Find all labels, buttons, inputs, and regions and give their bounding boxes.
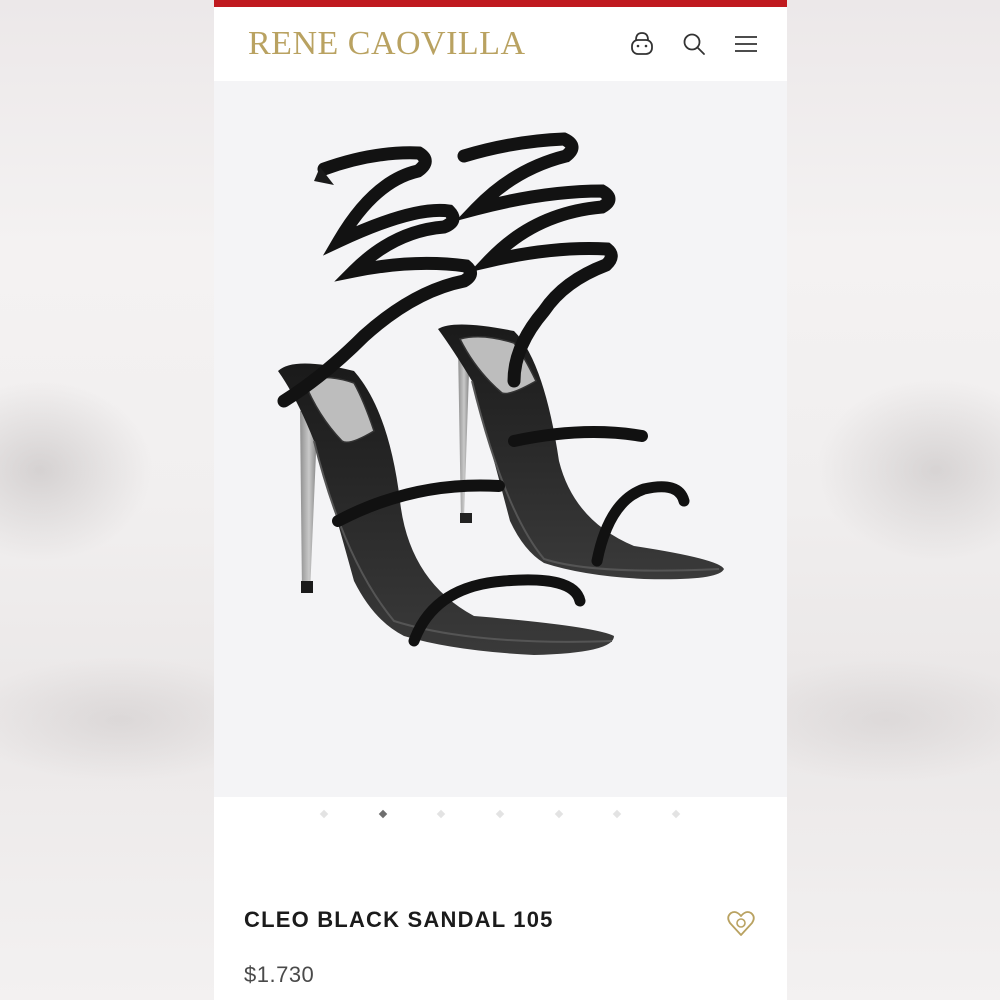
search-icon[interactable]: [679, 29, 709, 59]
pagination-dot[interactable]: [436, 809, 446, 819]
pagination-dot[interactable]: [671, 809, 681, 819]
bag-icon[interactable]: [627, 29, 657, 59]
product-image[interactable]: [214, 81, 787, 797]
top-accent-bar: [214, 0, 787, 7]
pagination-dot[interactable]: [554, 809, 564, 819]
site-header: RENE CAOVILLA: [214, 7, 787, 81]
product-page: RENE CAOVILLA CLEO BLACK SANDAL 105 $1.7…: [214, 0, 787, 1000]
menu-icon[interactable]: [731, 29, 761, 59]
pagination-dot[interactable]: [612, 809, 622, 819]
product-name: CLEO BLACK SANDAL 105: [244, 907, 554, 932]
pagination-dot[interactable]: [319, 809, 329, 819]
heart-icon[interactable]: [725, 908, 757, 940]
pagination-dot[interactable]: [495, 809, 505, 819]
product-price: $1.730: [244, 962, 315, 987]
blurred-background-left: [0, 0, 214, 1000]
image-pagination: [214, 797, 787, 833]
brand-logo[interactable]: RENE CAOVILLA: [248, 25, 526, 63]
sandal-illustration: [277, 132, 724, 655]
pagination-dot-active[interactable]: [378, 809, 388, 819]
blurred-background-right: [786, 0, 1000, 1000]
